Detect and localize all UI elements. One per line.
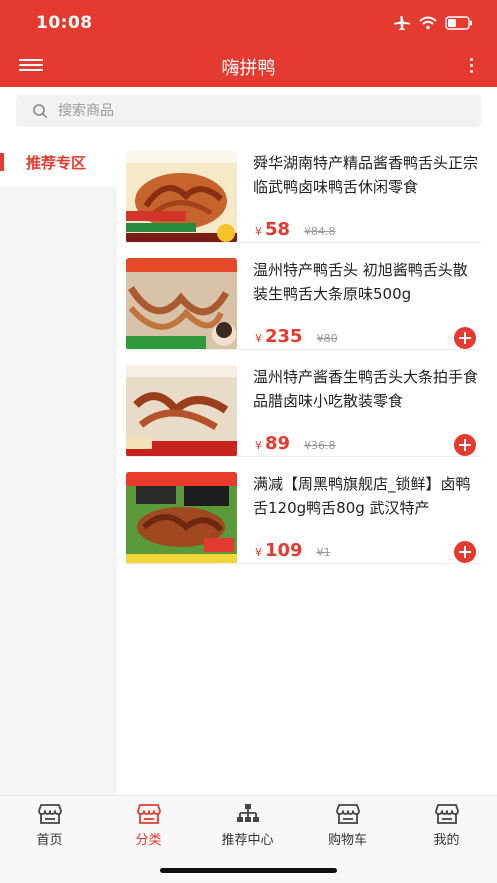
product-price: ¥ 89 ¥36.8 bbox=[255, 433, 336, 454]
tab-home[interactable]: 首页 bbox=[0, 801, 99, 849]
product-image bbox=[126, 151, 237, 243]
tab-label: 首页 bbox=[36, 833, 63, 848]
add-to-cart-icon[interactable] bbox=[454, 541, 476, 563]
price-value: 235 bbox=[265, 326, 303, 347]
airplane-icon bbox=[394, 16, 410, 31]
currency-symbol: ¥ bbox=[255, 439, 262, 452]
original-price: ¥84.8 bbox=[304, 225, 336, 238]
product-item[interactable]: 温州特产鸭舌头 初旭酱鸭舌头散装生鸭舌大条原味500g ¥ 235 ¥80 bbox=[117, 244, 497, 350]
product-list: 舜华湖南特产精品酱香鸭舌头正宗临武鸭卤味鸭舌休闲零食 ¥ 58 ¥84.8 温州… bbox=[117, 137, 497, 795]
add-to-cart-icon[interactable] bbox=[454, 327, 476, 349]
product-image bbox=[126, 365, 237, 457]
sitemap-icon bbox=[236, 804, 259, 822]
tab-label: 分类 bbox=[135, 833, 162, 848]
product-name: 温州特产酱香生鸭舌头大条拍手食品腊卤味小吃散装零食 bbox=[253, 368, 479, 410]
store-icon bbox=[434, 804, 459, 824]
category-item-recommended[interactable]: 推荐专区 bbox=[0, 137, 117, 187]
product-name: 满减【周黑鸭旗舰店_锁鲜】卤鸭舌120g鸭舌80g 武汉特产 bbox=[253, 475, 471, 517]
divider bbox=[126, 456, 481, 457]
product-name: 温州特产鸭舌头 初旭酱鸭舌头散装生鸭舌大条原味500g bbox=[253, 261, 468, 303]
product-image bbox=[126, 472, 237, 564]
original-price: ¥1 bbox=[316, 546, 331, 559]
category-label: 推荐专区 bbox=[26, 154, 87, 172]
tab-label: 推荐中心 bbox=[221, 833, 274, 848]
tab-mine[interactable]: 我的 bbox=[397, 801, 496, 849]
tab-label: 购物车 bbox=[327, 833, 367, 848]
product-item[interactable]: 舜华湖南特产精品酱香鸭舌头正宗临武鸭卤味鸭舌休闲零食 ¥ 58 ¥84.8 bbox=[117, 137, 497, 243]
currency-symbol: ¥ bbox=[255, 332, 262, 345]
product-item[interactable]: 温州特产酱香生鸭舌头大条拍手食品腊卤味小吃散装零食 ¥ 89 ¥36.8 bbox=[117, 351, 497, 457]
tab-label: 我的 bbox=[433, 833, 460, 848]
search-icon bbox=[33, 104, 47, 118]
product-item[interactable]: 满减【周黑鸭旗舰店_锁鲜】卤鸭舌120g鸭舌80g 武汉特产 ¥ 109 ¥1 bbox=[117, 458, 497, 564]
search-input[interactable] bbox=[58, 97, 458, 125]
add-to-cart-icon[interactable] bbox=[454, 434, 476, 456]
store-icon bbox=[335, 804, 360, 824]
more-vertical-icon[interactable] bbox=[467, 56, 475, 76]
app-screen: 10:08 嗨拼鸭 搜索商品 推荐专区 舜华湖南特产精品酱香鸭舌头正宗临武鸭卤味… bbox=[0, 0, 497, 883]
original-price: ¥80 bbox=[316, 332, 338, 345]
page-title: 嗨拼鸭 bbox=[221, 58, 276, 79]
product-price: ¥ 109 ¥1 bbox=[255, 540, 331, 561]
status-bar: 10:08 bbox=[0, 0, 497, 46]
status-time: 10:08 bbox=[36, 13, 93, 33]
price-value: 58 bbox=[265, 219, 291, 240]
currency-symbol: ¥ bbox=[255, 546, 262, 559]
tab-cart[interactable]: 购物车 bbox=[298, 801, 397, 849]
price-value: 89 bbox=[265, 433, 291, 454]
tab-category[interactable]: 分类 bbox=[99, 801, 198, 849]
price-value: 109 bbox=[265, 540, 303, 561]
divider bbox=[126, 563, 481, 564]
selected-indicator bbox=[0, 153, 4, 171]
currency-symbol: ¥ bbox=[255, 225, 262, 238]
product-price: ¥ 235 ¥80 bbox=[255, 326, 338, 347]
battery-icon bbox=[445, 16, 472, 30]
store-icon bbox=[37, 804, 62, 824]
home-indicator bbox=[160, 868, 337, 873]
divider bbox=[126, 242, 481, 243]
product-image bbox=[126, 258, 237, 350]
wifi-icon bbox=[419, 16, 437, 30]
product-price: ¥ 58 ¥84.8 bbox=[255, 219, 336, 240]
product-name: 舜华湖南特产精品酱香鸭舌头正宗临武鸭卤味鸭舌休闲零食 bbox=[253, 154, 479, 196]
original-price: ¥36.8 bbox=[304, 439, 336, 452]
store-icon bbox=[136, 804, 161, 824]
divider bbox=[126, 349, 481, 350]
tab-recommend-center[interactable]: 推荐中心 bbox=[198, 801, 297, 849]
search-bar bbox=[0, 87, 497, 137]
header: 10:08 嗨拼鸭 bbox=[0, 0, 497, 87]
category-sidebar: 推荐专区 bbox=[0, 137, 117, 795]
status-icons bbox=[393, 15, 473, 31]
